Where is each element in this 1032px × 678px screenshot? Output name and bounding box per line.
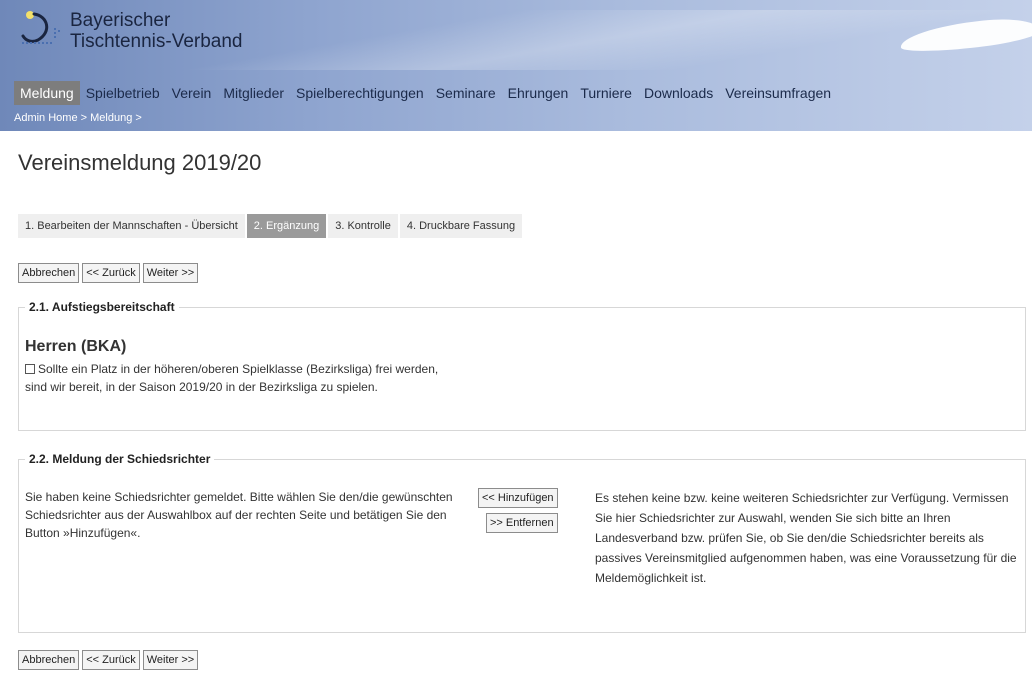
- brand-line-2: Tischtennis-Verband: [70, 31, 243, 52]
- next-button-bottom[interactable]: Weiter >>: [142, 650, 199, 670]
- checkbox-label[interactable]: Sollte ein Platz in der höheren/oberen S…: [38, 362, 438, 376]
- promotion-text-line2: sind wir bereit, in der Saison 2019/20 i…: [25, 380, 378, 394]
- nav-item-spielbetrieb[interactable]: Spielbetrieb: [80, 81, 166, 105]
- section-promotion: 2.1. Aufstiegsbereitschaft Herren (BKA) …: [18, 300, 1026, 431]
- add-referee-button[interactable]: << Hinzufügen: [478, 488, 558, 508]
- nav-item-spielberechtigungen[interactable]: Spielberechtigungen: [290, 81, 430, 105]
- ttball-logo-icon[interactable]: [18, 8, 64, 48]
- referee-availability-text: Es stehen keine bzw. keine weiteren Schi…: [595, 491, 1017, 585]
- team-title: Herren (BKA): [25, 338, 127, 355]
- step-1-overview[interactable]: 1. Bearbeiten der Mannschaften - Übersic…: [18, 214, 245, 238]
- back-button[interactable]: << Zurück: [82, 263, 140, 283]
- header-decoration: [150, 10, 1032, 70]
- nav-item-turniere[interactable]: Turniere: [574, 81, 638, 105]
- step-4-printable[interactable]: 4. Druckbare Fassung: [399, 214, 523, 238]
- nav-item-mitglieder[interactable]: Mitglieder: [217, 81, 290, 105]
- nav-item-ehrungen[interactable]: Ehrungen: [502, 81, 575, 105]
- nav-item-vereinsumfragen[interactable]: Vereinsumfragen: [719, 81, 837, 105]
- header-banner: Bayerischer Tischtennis-Verband Meldung …: [0, 0, 1032, 131]
- back-button-bottom[interactable]: << Zurück: [82, 650, 140, 670]
- bottom-button-row: Abbrechen << Zurück Weiter >>: [18, 650, 199, 670]
- nav-item-downloads[interactable]: Downloads: [638, 81, 719, 105]
- wizard-steps: 1. Bearbeiten der Mannschaften - Übersic…: [18, 214, 524, 238]
- checkbox-icon[interactable]: [25, 364, 35, 374]
- nav-item-verein[interactable]: Verein: [166, 81, 218, 105]
- promotion-text: Sollte ein Platz in der höheren/oberen S…: [25, 360, 438, 396]
- breadcrumb[interactable]: Admin Home > Meldung >: [14, 112, 142, 124]
- next-button[interactable]: Weiter >>: [142, 263, 199, 283]
- main-nav: Meldung Spielbetrieb Verein Mitglieder S…: [14, 80, 837, 106]
- referee-action-buttons: << Hinzufügen >> Entfernen: [478, 488, 558, 533]
- step-3-check[interactable]: 3. Kontrolle: [328, 214, 398, 238]
- cancel-button-bottom[interactable]: Abbrechen: [18, 650, 80, 670]
- section-referees-legend: 2.2. Meldung der Schiedsrichter: [29, 452, 211, 466]
- page-title: Vereinsmeldung 2019/20: [18, 150, 262, 175]
- step-2-supplement[interactable]: 2. Ergänzung: [246, 214, 327, 238]
- section-referees: 2.2. Meldung der Schiedsrichter Sie habe…: [18, 452, 1026, 633]
- top-button-row: Abbrechen << Zurück Weiter >>: [18, 263, 199, 283]
- remove-referee-button[interactable]: >> Entfernen: [485, 513, 558, 533]
- section-promotion-legend: 2.1. Aufstiegsbereitschaft: [29, 300, 175, 314]
- brand-name[interactable]: Bayerischer Tischtennis-Verband: [70, 10, 243, 52]
- nav-item-seminare[interactable]: Seminare: [430, 81, 502, 105]
- brand-line-1: Bayerischer: [70, 10, 171, 31]
- cancel-button[interactable]: Abbrechen: [18, 263, 80, 283]
- nav-item-meldung[interactable]: Meldung: [14, 81, 80, 105]
- referee-info-text: Sie haben keine Schiedsrichter gemeldet.…: [25, 490, 453, 540]
